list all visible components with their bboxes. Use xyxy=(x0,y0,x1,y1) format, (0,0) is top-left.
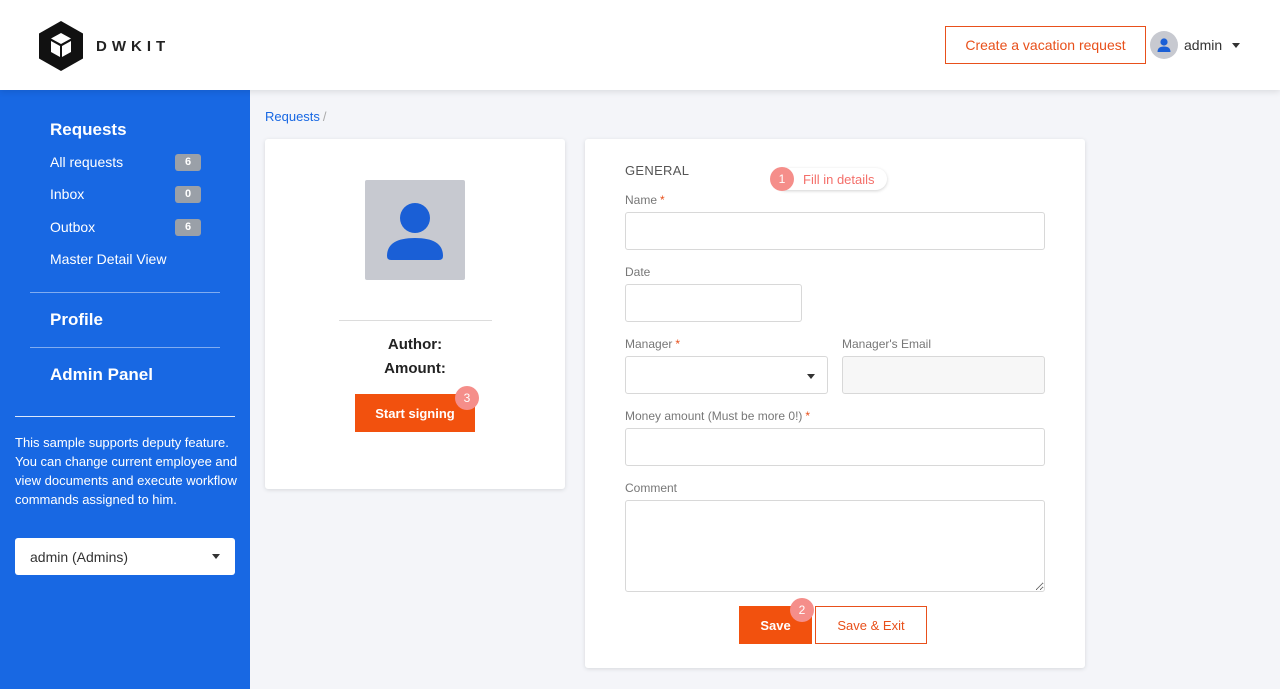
sidebar-item-label: All requests xyxy=(50,154,124,170)
count-badge: 6 xyxy=(175,153,201,171)
deputy-info-text: This sample supports deputy feature. You… xyxy=(15,435,238,507)
sidebar-item-inbox[interactable]: Inbox 0 xyxy=(50,184,201,204)
sidebar-item-outbox[interactable]: Outbox 6 xyxy=(50,217,201,237)
sidebar-heading-profile[interactable]: Profile xyxy=(50,310,103,330)
sidebar-item-master-detail-view[interactable]: Master Detail View xyxy=(50,249,201,269)
count-badge: 0 xyxy=(175,185,201,203)
sidebar-item-label: Outbox xyxy=(50,219,96,235)
chevron-down-icon xyxy=(1232,42,1241,48)
sidebar-item-label: Inbox xyxy=(50,186,85,202)
required-marker: * xyxy=(805,409,811,423)
create-vacation-request-button[interactable]: Create a vacation request xyxy=(945,26,1146,64)
step-marker-2: 2 xyxy=(790,598,814,622)
sidebar-heading-requests[interactable]: Requests xyxy=(50,120,127,140)
chevron-down-icon xyxy=(807,374,815,379)
name-input[interactable] xyxy=(625,212,1045,250)
sidebar-divider xyxy=(30,292,220,293)
chevron-down-icon xyxy=(212,554,220,559)
sidebar-item-all-requests[interactable]: All requests 6 xyxy=(50,152,201,172)
sidebar: Requests All requests 6 Inbox 0 Outbox 6… xyxy=(0,90,250,689)
save-and-exit-button[interactable]: Save & Exit xyxy=(815,606,927,644)
sidebar-heading-admin-panel[interactable]: Admin Panel xyxy=(50,365,153,385)
sidebar-divider xyxy=(30,347,220,348)
section-title: GENERAL xyxy=(625,163,690,178)
user-name: admin xyxy=(1184,37,1223,53)
manager-label: Manager * xyxy=(625,337,681,351)
money-amount-input[interactable] xyxy=(625,428,1045,466)
name-label: Name * xyxy=(625,193,665,207)
user-menu[interactable]: admin xyxy=(1150,31,1241,59)
manager-email-label: Manager's Email xyxy=(842,337,931,351)
date-label: Date xyxy=(625,265,651,279)
user-avatar-icon xyxy=(1150,31,1178,59)
app-header: DWKIT Create a vacation request admin xyxy=(0,0,1280,90)
employee-select-value: admin (Admins) xyxy=(30,548,129,565)
breadcrumb-separator: / xyxy=(322,109,327,124)
money-amount-label: Money amount (Must be more 0!) * xyxy=(625,409,811,423)
manager-select[interactable] xyxy=(625,356,828,394)
request-form-card: GENERAL Fill in details 1 Name * Date Man… xyxy=(585,139,1085,668)
required-marker: * xyxy=(660,193,665,207)
card-divider xyxy=(339,320,492,321)
employee-select[interactable]: admin (Admins) xyxy=(15,538,235,575)
logo-text: DWKIT xyxy=(96,37,171,55)
request-summary-card: Author: Amount: Start signing 3 xyxy=(265,139,565,489)
manager-email-field xyxy=(842,356,1045,394)
breadcrumb: Requests / xyxy=(265,109,327,124)
author-avatar-icon xyxy=(365,180,465,280)
comment-textarea[interactable] xyxy=(625,500,1045,592)
required-marker: * xyxy=(675,337,681,351)
step-marker-1: 1 xyxy=(770,167,794,191)
amount-label: Amount: xyxy=(384,360,446,377)
comment-label: Comment xyxy=(625,481,678,495)
cube-logo-icon xyxy=(39,21,83,71)
step-marker-3: 3 xyxy=(455,386,479,410)
date-input[interactable] xyxy=(625,284,802,322)
breadcrumb-item-requests[interactable]: Requests xyxy=(265,109,320,124)
sidebar-item-label: Master Detail View xyxy=(50,251,167,267)
sidebar-divider xyxy=(15,416,235,417)
author-label: Author: xyxy=(387,336,443,353)
count-badge: 6 xyxy=(175,218,201,236)
logo[interactable]: DWKIT xyxy=(38,20,170,72)
